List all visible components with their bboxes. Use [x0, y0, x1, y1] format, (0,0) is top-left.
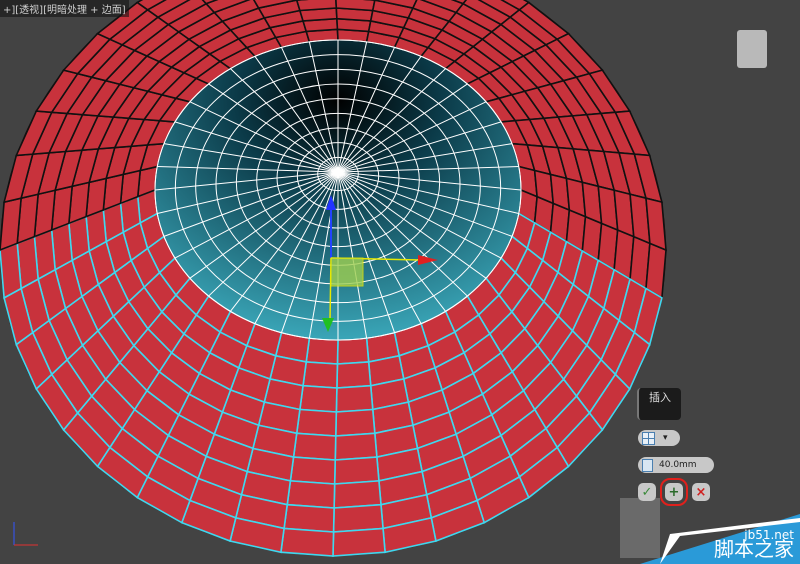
ok-button[interactable]: ✓	[638, 483, 656, 501]
check-icon: ✓	[641, 484, 653, 500]
mesh-face[interactable]	[283, 503, 335, 533]
axis-tripod	[13, 522, 38, 546]
viewcube[interactable]	[737, 30, 767, 68]
mesh-face[interactable]	[286, 480, 336, 509]
plus-icon: +	[668, 484, 680, 500]
insert-mode-dropdown[interactable]: ▾	[638, 430, 680, 446]
amount-value: 40.0mm	[659, 460, 697, 470]
mesh-face[interactable]	[298, 384, 338, 413]
chevron-down-icon: ▾	[663, 433, 668, 443]
mesh-face[interactable]	[280, 527, 335, 557]
mesh-face[interactable]	[645, 197, 667, 252]
insert-amount-field[interactable]: 40.0mm	[638, 457, 714, 473]
mesh-face[interactable]	[305, 337, 339, 365]
mesh-face[interactable]	[289, 456, 337, 485]
mesh-face[interactable]	[336, 361, 372, 389]
apply-and-continue-button[interactable]: +	[660, 478, 688, 506]
watermark-name: 脚本之家	[714, 537, 794, 561]
cancel-button[interactable]: ×	[692, 483, 710, 501]
mesh-face[interactable]	[332, 503, 384, 533]
mesh-face[interactable]	[334, 432, 378, 461]
mesh-face[interactable]	[335, 0, 376, 12]
close-icon: ×	[695, 484, 707, 500]
grid-icon	[642, 431, 655, 445]
mesh-face[interactable]	[333, 456, 380, 485]
amount-icon	[642, 458, 653, 472]
mesh-face[interactable]	[295, 0, 338, 12]
mesh-face[interactable]	[0, 242, 22, 300]
mesh-face[interactable]	[333, 480, 382, 509]
mesh-face[interactable]	[336, 337, 370, 365]
mesh-face[interactable]	[335, 384, 374, 413]
mesh-face[interactable]	[302, 361, 339, 389]
viewport-label[interactable]: +][透视][明暗处理 + 边面]	[0, 0, 129, 17]
viewport[interactable]	[0, 0, 800, 564]
mesh-face[interactable]	[0, 197, 23, 251]
mesh-face[interactable]	[332, 527, 386, 557]
caddy-title: 插入	[637, 388, 681, 420]
watermark: jb51.net 脚本之家	[640, 514, 800, 564]
mesh-face[interactable]	[334, 408, 376, 437]
mesh-face[interactable]	[292, 432, 337, 461]
mesh-face[interactable]	[295, 408, 338, 437]
